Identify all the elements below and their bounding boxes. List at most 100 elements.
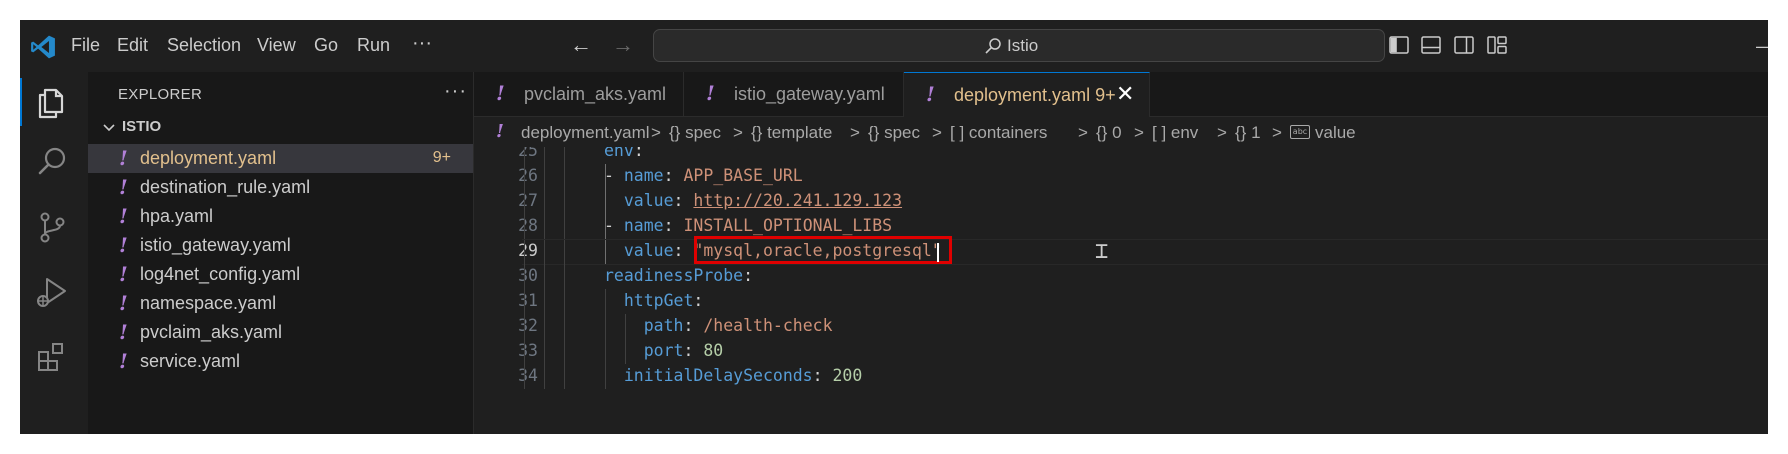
menu-run[interactable]: Run: [357, 35, 390, 56]
activity-bar: [20, 72, 88, 434]
tab-pvclaim-aks[interactable]: ! pvclaim_aks.yaml: [474, 72, 684, 116]
code-line[interactable]: 34 initialDelaySeconds: 200: [474, 364, 1768, 389]
tab-istio-gateway[interactable]: ! istio_gateway.yaml: [684, 72, 904, 116]
command-center-search[interactable]: Istio: [653, 29, 1385, 62]
window-minimize-button[interactable]: —: [1756, 36, 1768, 57]
code-line[interactable]: 32 path: /health-check: [474, 314, 1768, 339]
vscode-window: File Edit Selection View Go Run ··· ← → …: [20, 20, 1768, 434]
code-token: INSTALL_OPTIONAL_LIBS: [683, 216, 893, 235]
tab-label: pvclaim_aks.yaml: [524, 84, 667, 104]
breadcrumb-item[interactable]: [ ] containers: [950, 123, 1047, 143]
breadcrumb-item[interactable]: value: [1315, 123, 1356, 143]
breadcrumb-item[interactable]: {} 0: [1096, 123, 1122, 143]
line-number: 34: [518, 366, 538, 385]
file-name: service.yaml: [140, 351, 241, 371]
code-text: initialDelaySeconds: 200: [604, 366, 862, 385]
extensions-icon[interactable]: [32, 337, 72, 377]
nav-back-arrow-icon[interactable]: ←: [570, 32, 592, 58]
file-item-destination-rule[interactable]: ! destination_rule.yaml: [88, 173, 473, 202]
yaml-file-icon: !: [119, 146, 128, 170]
code-token: :: [663, 166, 684, 185]
indent-guide: [564, 189, 565, 214]
file-item-hpa[interactable]: ! hpa.yaml: [88, 202, 473, 231]
code-token: APP_BASE_URL: [683, 166, 803, 185]
breadcrumb-item[interactable]: {} spec: [868, 123, 920, 143]
yaml-file-icon: !: [496, 81, 505, 105]
indent-guide: [524, 147, 525, 164]
indent-guide: [564, 339, 565, 364]
line-number: 25: [518, 147, 538, 160]
tab-deployment[interactable]: ! deployment.yaml 9+ ✕: [904, 72, 1150, 117]
active-view-indicator: [20, 78, 22, 126]
explorer-more-actions-button[interactable]: ···: [444, 80, 467, 103]
code-line[interactable]: 31 httpGet:: [474, 289, 1768, 314]
file-name: deployment.yaml: [140, 148, 277, 168]
line-number: 31: [518, 291, 538, 310]
indent-guide: [564, 314, 565, 339]
yaml-file-icon: !: [119, 349, 128, 373]
source-control-icon[interactable]: [32, 207, 72, 247]
file-item-namespace[interactable]: ! namespace.yaml: [88, 289, 473, 318]
folder-header-istio[interactable]: ISTIO: [88, 115, 473, 141]
code-line[interactable]: 25 env:: [474, 147, 1768, 164]
line-number: 27: [518, 191, 538, 210]
breadcrumb-separator: >: [1272, 123, 1282, 142]
file-name: istio_gateway.yaml: [140, 235, 291, 255]
menu-file[interactable]: File: [71, 35, 100, 56]
file-item-istio-gateway[interactable]: ! istio_gateway.yaml: [88, 231, 473, 260]
code-editor[interactable]: 25 env: 26 - name: APP_BASE_URL 27 value: ht…: [474, 147, 1768, 434]
customize-layout-icon[interactable]: [1486, 34, 1508, 56]
menu-view[interactable]: View: [257, 35, 296, 56]
menu-more[interactable]: ···: [412, 32, 432, 55]
file-item-log4net-config[interactable]: ! log4net_config.yaml: [88, 260, 473, 289]
toggle-secondary-sidebar-icon[interactable]: [1453, 34, 1475, 56]
toggle-panel-icon[interactable]: [1420, 34, 1442, 56]
nav-forward-arrow-icon[interactable]: →: [612, 32, 634, 58]
close-icon[interactable]: ✕: [1116, 81, 1134, 107]
code-line[interactable]: 27 value: http://20.241.129.123: [474, 189, 1768, 214]
search-icon: [985, 38, 1001, 54]
breadcrumb-separator: >: [733, 123, 743, 142]
menu-edit[interactable]: Edit: [117, 35, 148, 56]
menu-selection[interactable]: Selection: [167, 35, 241, 56]
file-item-deployment[interactable]: ! deployment.yaml 9+: [88, 144, 473, 173]
breadcrumb: ! deployment.yaml > {} spec > {} templat…: [474, 117, 1768, 147]
file-item-service[interactable]: ! service.yaml: [88, 347, 473, 376]
breadcrumb-item[interactable]: {} spec: [669, 123, 721, 143]
code-line[interactable]: 28 - name: INSTALL_OPTIONAL_LIBS: [474, 214, 1768, 239]
code-text: httpGet:: [604, 291, 703, 310]
yaml-file-icon: !: [926, 82, 935, 106]
explorer-files-icon[interactable]: [32, 82, 72, 122]
code-line[interactable]: 33 port: 80: [474, 339, 1768, 364]
breadcrumb-item[interactable]: [ ] env: [1152, 123, 1198, 143]
indent-guide: [524, 189, 525, 214]
problems-badge: 9+: [432, 149, 451, 166]
toggle-primary-sidebar-icon[interactable]: [1388, 34, 1410, 56]
indent-guide: [544, 147, 545, 164]
code-token: readinessProbe: [604, 266, 744, 285]
indent-guide: [564, 364, 565, 389]
indent-guide: [564, 214, 565, 239]
indent-guide: [544, 214, 545, 239]
search-view-icon[interactable]: [32, 142, 72, 182]
code-token: name: [623, 166, 664, 185]
code-line[interactable]: 30 readinessProbe:: [474, 264, 1768, 289]
breadcrumb-item[interactable]: {} template: [751, 123, 832, 143]
breadcrumb-item[interactable]: {} 1: [1235, 123, 1261, 143]
explorer-title: EXPLORER: [118, 86, 203, 103]
vscode-logo-icon[interactable]: [30, 34, 56, 60]
file-item-pvclaim-aks[interactable]: ! pvclaim_aks.yaml: [88, 318, 473, 347]
breadcrumb-file[interactable]: deployment.yaml: [521, 123, 650, 143]
indent-guide: [544, 364, 545, 389]
run-and-debug-icon[interactable]: [32, 272, 72, 312]
editor-tabs: ! pvclaim_aks.yaml ! istio_gateway.yaml …: [474, 72, 1768, 117]
menu-go[interactable]: Go: [314, 35, 338, 56]
code-line[interactable]: 26 - name: APP_BASE_URL: [474, 164, 1768, 189]
title-bar: File Edit Selection View Go Run ··· ← → …: [20, 20, 1768, 72]
code-line[interactable]: 29 value: "mysql,oracle,postgresql" ⌶: [474, 236, 1768, 265]
indent-guide: [524, 264, 525, 289]
code-token: :: [812, 366, 833, 385]
code-token: 200: [832, 366, 863, 385]
